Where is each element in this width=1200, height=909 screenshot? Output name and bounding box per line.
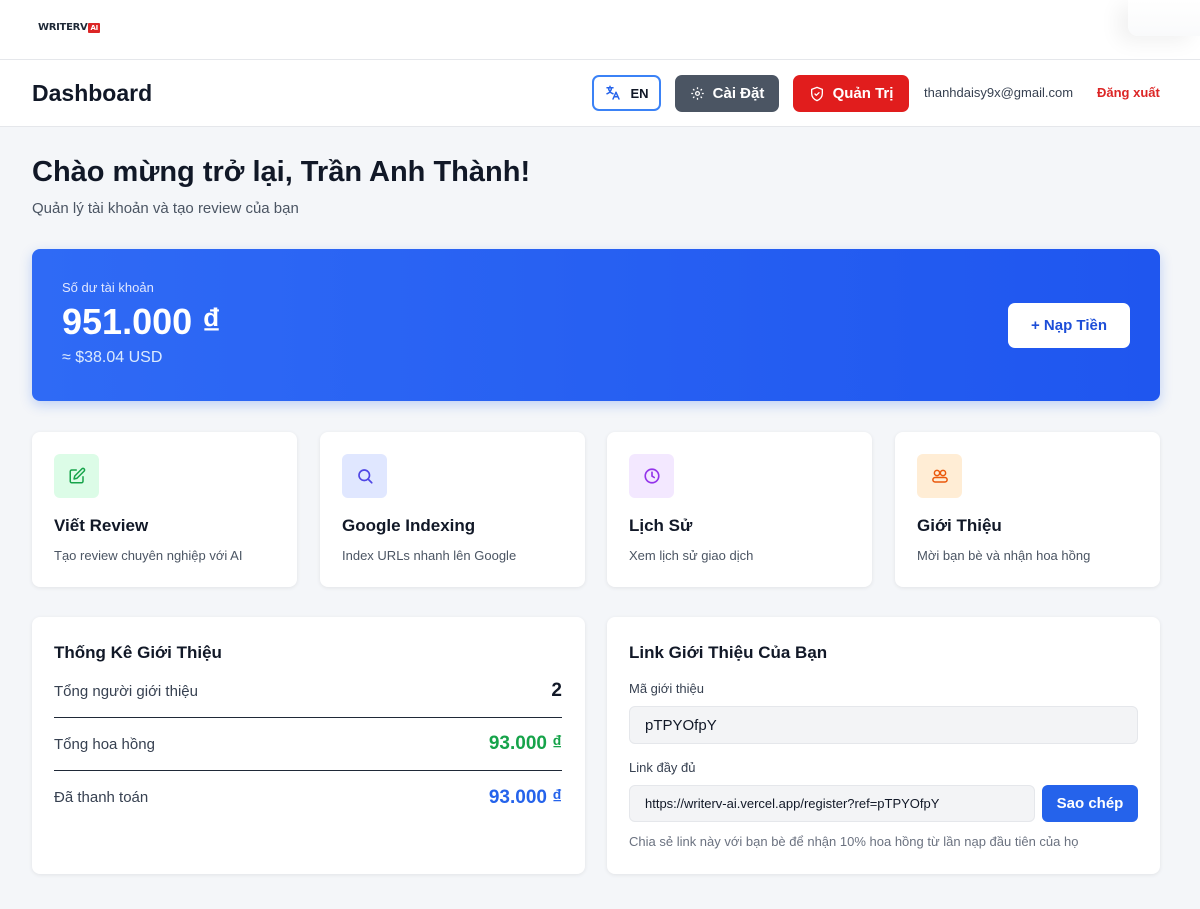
referral-stats-panel: Thống Kê Giới Thiệu Tổng người giới thiệ…: [32, 617, 585, 874]
referral-link-panel: Link Giới Thiệu Của Bạn Mã giới thiệu pT…: [607, 617, 1160, 874]
stat-value: 93.000 ₫: [488, 786, 562, 808]
referral-code-field[interactable]: pTPYOfpY: [629, 706, 1138, 744]
stat-label: Tổng hoa hồng: [54, 735, 155, 753]
feature-title: Viết Review: [54, 516, 149, 535]
translate-icon: [604, 84, 622, 102]
referral-hint: Chia sẻ link này với bạn bè để nhận 10% …: [629, 834, 1079, 849]
logo-text: WRITERV: [38, 22, 88, 33]
admin-label: Quản Trị: [832, 85, 894, 102]
referral-link-field[interactable]: https://writerv-ai.vercel.app/register?r…: [629, 785, 1035, 822]
feature-card-history[interactable]: Lịch Sử Xem lịch sử giao dịch: [607, 432, 872, 587]
shield-icon: [809, 86, 825, 102]
settings-label: Cài Đặt: [712, 85, 765, 102]
feature-title: Lịch Sử: [629, 516, 693, 535]
gear-icon: [690, 86, 705, 101]
top-bar: WRITERV AI: [0, 0, 1200, 60]
panel-title: Thống Kê Giới Thiệu: [54, 643, 222, 662]
stat-value: 2: [551, 680, 562, 701]
language-label: EN: [630, 85, 649, 101]
welcome-title: Chào mừng trở lại, Trần Anh Thành!: [32, 156, 531, 188]
language-button[interactable]: EN: [592, 75, 661, 111]
balance-value: 951.000 ₫: [62, 301, 221, 342]
stat-row-total-referrals: Tổng người giới thiệu 2: [54, 665, 562, 718]
topbar-decoration: [1128, 0, 1200, 36]
logo-badge: AI: [88, 22, 100, 33]
feature-desc: Xem lịch sử giao dịch: [629, 548, 754, 563]
balance-label: Số dư tài khoản: [62, 280, 154, 295]
edit-icon: [54, 454, 99, 498]
admin-button[interactable]: Quản Trị: [793, 75, 909, 112]
balance-usd: ≈ $38.04 USD: [62, 349, 163, 366]
feature-desc: Index URLs nhanh lên Google: [342, 548, 517, 563]
welcome-subtitle: Quản lý tài khoản và tạo review của bạn: [32, 200, 299, 217]
search-icon: [342, 454, 387, 498]
panel-title: Link Giới Thiệu Của Bạn: [629, 643, 828, 662]
stat-row-paid: Đã thanh toán 93.000 ₫: [54, 771, 562, 824]
feature-title: Google Indexing: [342, 516, 476, 535]
stat-label: Tổng người giới thiệu: [54, 682, 198, 700]
users-icon: [917, 454, 962, 498]
feature-card-write-review[interactable]: Viết Review Tạo review chuyên nghiệp với…: [32, 432, 297, 587]
logo[interactable]: WRITERV AI: [38, 22, 100, 33]
feature-title: Giới Thiệu: [917, 516, 1002, 535]
feature-desc: Tạo review chuyên nghiệp với AI: [54, 548, 243, 563]
copy-button[interactable]: Sao chép: [1042, 785, 1138, 822]
feature-card-google-indexing[interactable]: Google Indexing Index URLs nhanh lên Goo…: [320, 432, 585, 587]
settings-button[interactable]: Cài Đặt: [675, 75, 779, 112]
stat-label: Đã thanh toán: [54, 789, 149, 806]
topup-button[interactable]: + Nạp Tiền: [1008, 303, 1130, 348]
feature-desc: Mời bạn bè và nhận hoa hồng: [917, 548, 1091, 563]
page-title: Dashboard: [32, 80, 153, 106]
feature-card-referral[interactable]: Giới Thiệu Mời bạn bè và nhận hoa hồng: [895, 432, 1160, 587]
header: Dashboard EN Cài Đặt Quản Trị thanhdaisy…: [0, 60, 1200, 127]
clock-icon: [629, 454, 674, 498]
referral-code-label: Mã giới thiệu: [629, 681, 705, 696]
stat-row-total-commission: Tổng hoa hồng 93.000 ₫: [54, 718, 562, 771]
logout-link[interactable]: Đăng xuất: [1097, 85, 1160, 100]
user-email: thanhdaisy9x@gmail.com: [924, 85, 1074, 100]
referral-link-label: Link đầy đủ: [629, 760, 696, 775]
stat-value: 93.000 ₫: [488, 733, 562, 754]
balance-card: Số dư tài khoản 951.000 ₫ ≈ $38.04 USD +…: [32, 249, 1160, 401]
